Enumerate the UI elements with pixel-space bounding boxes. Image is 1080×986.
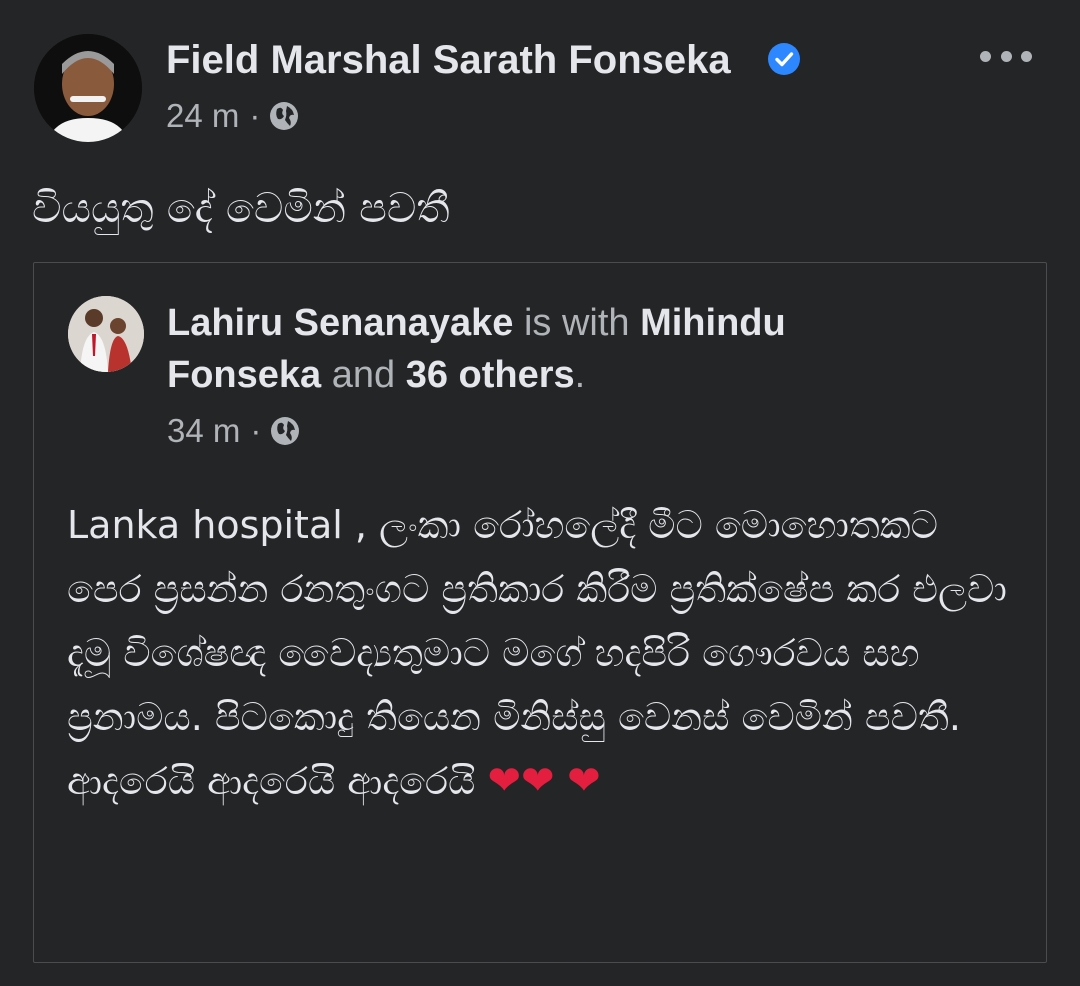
shared-post[interactable]: Lahiru Senanayake is with Mihindu Fonsek…	[33, 262, 1047, 963]
globe-icon	[270, 102, 299, 130]
and-text: and	[331, 354, 396, 396]
post-meta: 24 m ·	[166, 96, 300, 136]
post-text: වියයුතු දේ වෙමින් පවතී	[32, 184, 450, 232]
more-dot-icon	[1021, 50, 1032, 62]
meta-separator: ·	[250, 412, 262, 449]
post-timestamp[interactable]: 24 m	[166, 96, 239, 136]
more-dot-icon	[1000, 50, 1012, 62]
others-link[interactable]: 36 others	[406, 354, 575, 396]
meta-separator: ·	[249, 97, 261, 134]
heart-emoji-icon: ❤❤ ❤	[487, 758, 601, 804]
verified-badge-icon	[768, 43, 800, 75]
shared-post-body: Lanka hospital , ලංකා රෝහලේදී මීට මොහොතක…	[67, 493, 1017, 813]
shared-author-name[interactable]: Lahiru Senanayake	[167, 302, 513, 344]
globe-icon	[271, 417, 300, 445]
header-period: .	[574, 354, 586, 396]
author-avatar[interactable]	[34, 34, 142, 142]
shared-post-timestamp[interactable]: 34 m	[167, 411, 240, 451]
more-options-button[interactable]	[980, 38, 1032, 74]
author-name[interactable]: Field Marshal Sarath Fonseka	[166, 36, 731, 84]
with-text: is with	[523, 302, 630, 344]
facebook-post: Field Marshal Sarath Fonseka 24 m · වියය…	[0, 0, 1080, 986]
shared-post-meta: 34 m ·	[167, 411, 301, 451]
shared-post-header: Lahiru Senanayake is with Mihindu Fonsek…	[167, 297, 887, 401]
shared-author-avatar[interactable]	[68, 296, 144, 372]
more-dot-icon	[980, 50, 991, 62]
